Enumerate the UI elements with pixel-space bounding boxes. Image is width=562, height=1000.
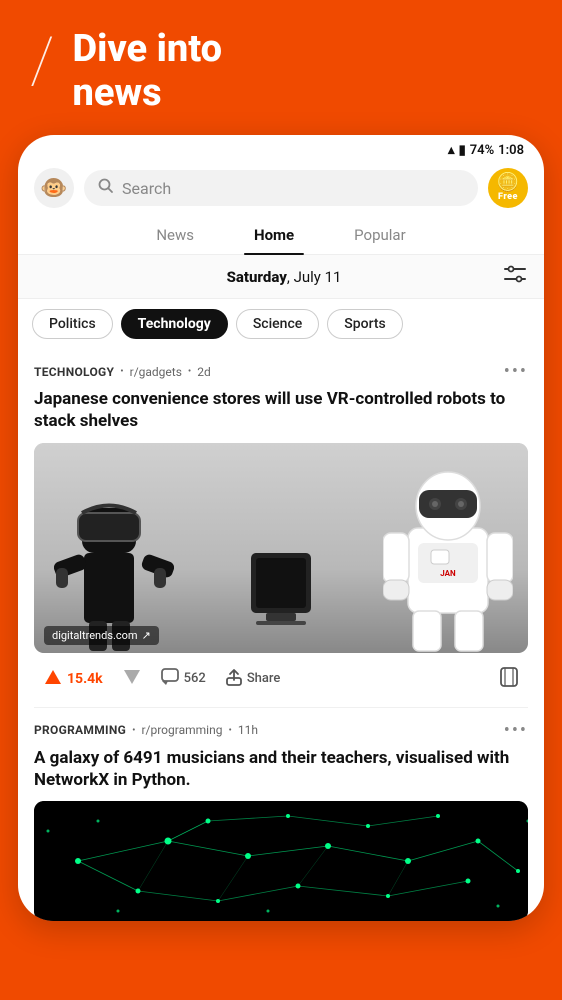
cat-sports[interactable]: Sports: [327, 309, 402, 339]
wifi-icon: ▴: [448, 143, 455, 158]
status-icons: ▴ ▮ 74% 1:08: [448, 143, 524, 158]
time-display: 1:08: [498, 143, 524, 158]
save-icon: [500, 667, 518, 691]
post2-more-icon[interactable]: •••: [504, 720, 528, 741]
avatar[interactable]: 🐵: [34, 168, 74, 208]
downvote-icon: [123, 668, 141, 690]
post1-category: TECHNOLOGY: [34, 365, 114, 379]
header-title: Dive into news: [72, 28, 222, 115]
post2-meta: PROGRAMMING • r/programming • 11h •••: [34, 720, 528, 741]
date-display: Saturday, July 11: [64, 268, 504, 286]
post1-meta-left: TECHNOLOGY • r/gadgets • 2d: [34, 365, 211, 379]
cat-technology[interactable]: Technology: [121, 309, 228, 339]
post2-time: 11h: [238, 723, 258, 737]
post1-actions: 15.4k 562 Share: [34, 653, 528, 708]
post2-image: [34, 801, 528, 921]
cat-politics[interactable]: Politics: [32, 309, 113, 339]
post1-time: 2d: [197, 365, 211, 379]
battery-icon: 74%: [470, 143, 494, 158]
galaxy-visualization: [34, 801, 528, 921]
nav-tabs: News Home Popular: [18, 216, 544, 255]
cat-science[interactable]: Science: [236, 309, 319, 339]
slash-decoration: /: [30, 32, 54, 90]
search-placeholder: Search: [122, 179, 171, 198]
top-bar: 🐵 Search 🪙 Free: [18, 162, 544, 216]
post1-subreddit: r/gadgets: [130, 365, 182, 379]
signal-icon: ▮: [459, 143, 466, 158]
post-card-1: TECHNOLOGY • r/gadgets • 2d ••• Japanese…: [18, 349, 544, 707]
filter-icon[interactable]: [504, 265, 526, 288]
search-bar[interactable]: Search: [84, 170, 478, 206]
post1-title: Japanese convenience stores will use VR-…: [34, 388, 528, 432]
comment-icon: [161, 668, 179, 690]
header-area: / Dive into news: [0, 0, 562, 135]
svg-text:JAN: JAN: [440, 569, 456, 578]
post2-title: A galaxy of 6491 musicians and their tea…: [34, 747, 528, 791]
tab-popular[interactable]: Popular: [324, 216, 436, 254]
downvote-button[interactable]: [113, 662, 151, 696]
post1-more-icon[interactable]: •••: [504, 361, 528, 382]
coin-icon: 🪙: [497, 174, 519, 192]
post2-meta-left: PROGRAMMING • r/programming • 11h: [34, 723, 258, 737]
search-icon: [98, 178, 114, 198]
tab-news[interactable]: News: [126, 216, 224, 254]
share-button[interactable]: Share: [216, 662, 291, 696]
comment-button[interactable]: 562: [151, 662, 216, 696]
post2-subreddit: r/programming: [141, 723, 222, 737]
post1-image: JAN digitaltrends.com ↗: [34, 443, 528, 653]
save-button[interactable]: [490, 661, 528, 697]
post2-category: PROGRAMMING: [34, 723, 126, 737]
image-source: digitaltrends.com ↗: [44, 626, 159, 645]
categories: Politics Technology Science Sports: [18, 299, 544, 349]
upvote-icon: [44, 668, 62, 690]
post1-meta: TECHNOLOGY • r/gadgets • 2d •••: [34, 361, 528, 382]
status-bar: ▴ ▮ 74% 1:08: [18, 135, 544, 162]
free-badge[interactable]: 🪙 Free: [488, 168, 528, 208]
tab-home[interactable]: Home: [224, 216, 324, 254]
date-bar: Saturday, July 11: [18, 255, 544, 299]
phone-card: ▴ ▮ 74% 1:08 🐵 Search 🪙 Free News H: [18, 135, 544, 920]
post-card-2: PROGRAMMING • r/programming • 11h ••• A …: [18, 708, 544, 921]
upvote-button[interactable]: 15.4k: [34, 662, 113, 696]
share-icon: [226, 668, 242, 690]
